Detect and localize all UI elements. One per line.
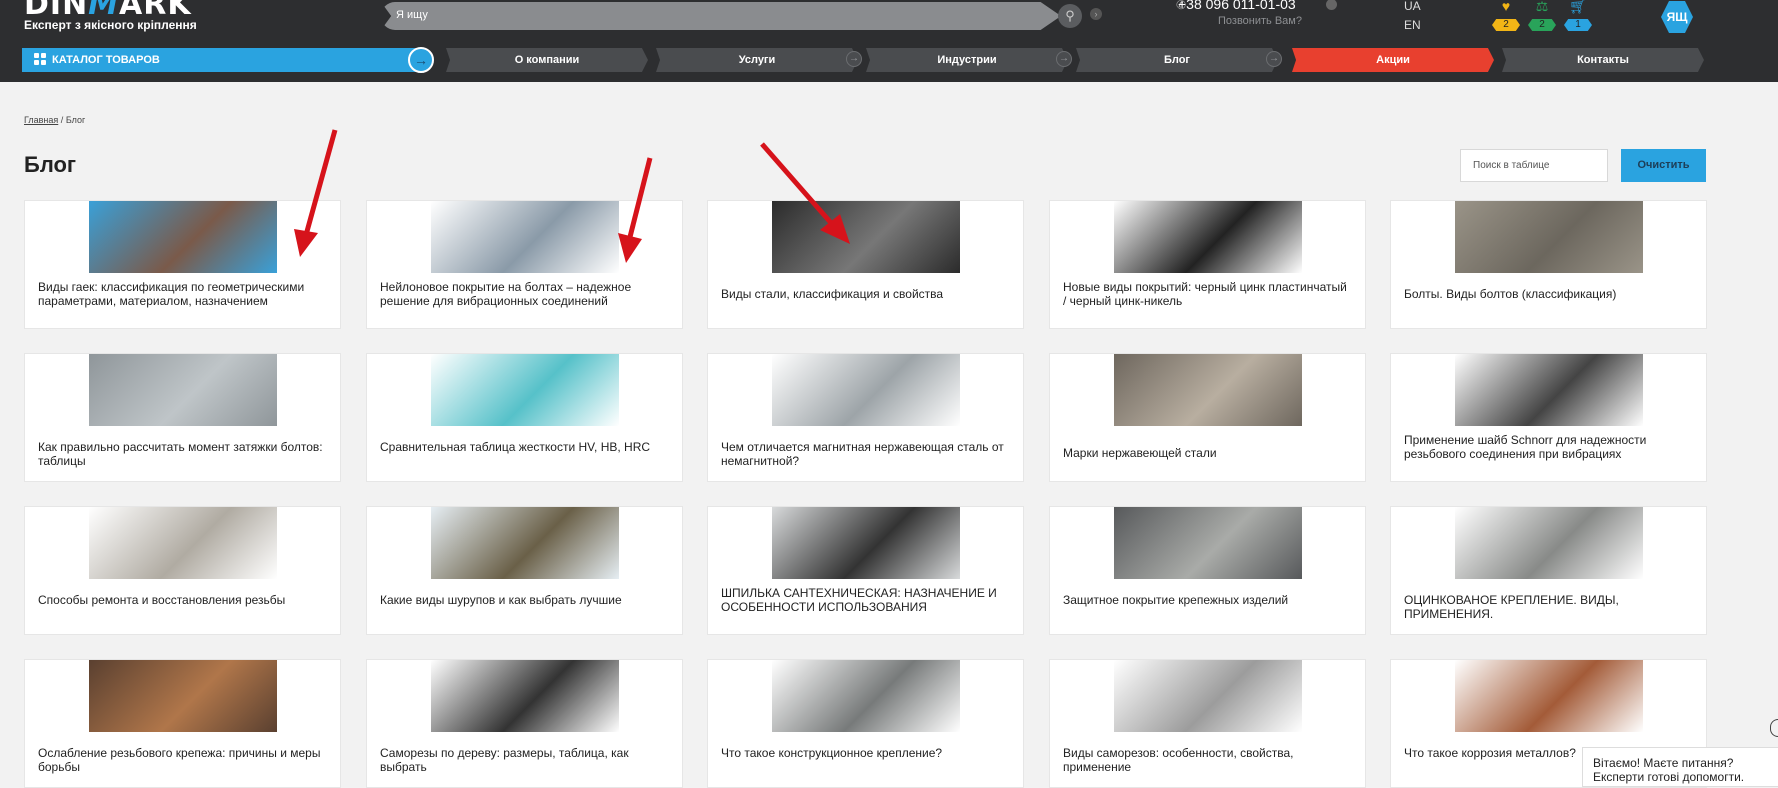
thread-inserts-photo[interactable] xyxy=(89,507,277,579)
logo-tagline: Експерт з якісного кріплення xyxy=(24,18,197,32)
callback-arrow-icon[interactable] xyxy=(1326,0,1337,10)
chat-widget[interactable]: Вітаємо! Маєте питання? Експерти готові … xyxy=(1582,747,1778,787)
compare-icon[interactable]: ⚖ xyxy=(1532,0,1552,15)
search-icon[interactable]: ⚲ xyxy=(1058,4,1082,28)
nav-about[interactable]: О компании xyxy=(446,48,648,72)
blog-card[interactable]: Виды стали, классификация и свойства xyxy=(707,200,1024,329)
annotation-arrow-3 xyxy=(760,142,850,244)
blog-card-title[interactable]: Виды стали, классификация и свойства xyxy=(721,287,1010,301)
search-placeholder: Я ищу xyxy=(396,9,428,21)
blog-card[interactable]: Что такое конструкционное крепление? xyxy=(707,659,1024,788)
schnorr-washers-photo[interactable] xyxy=(1455,354,1643,426)
blog-card[interactable]: Виды саморезов: особенности, свойства, п… xyxy=(1049,659,1366,788)
blog-card-title[interactable]: Какие виды шурупов и как выбрать лучшие xyxy=(380,593,669,607)
blog-card-title[interactable]: ОЦИНКОВАНОЕ КРЕПЛЕНИЕ. ВИДЫ, ПРИМЕНЕНИЯ. xyxy=(1404,593,1693,621)
blog-card[interactable]: Ослабление резьбового крепежа: причины и… xyxy=(24,659,341,788)
nav-industries[interactable]: Индустрии xyxy=(866,48,1068,72)
site-logo[interactable]: DINMARK xyxy=(24,0,192,20)
blog-card[interactable]: Способы ремонта и восстановления резьбы xyxy=(24,506,341,635)
favorites-count-badge: 2 xyxy=(1492,19,1520,31)
copper-nuts-photo[interactable] xyxy=(89,201,277,273)
blog-card[interactable]: ОЦИНКОВАНОЕ КРЕПЛЕНИЕ. ВИДЫ, ПРИМЕНЕНИЯ. xyxy=(1390,506,1707,635)
blog-card-title[interactable]: Ослабление резьбового крепежа: причины и… xyxy=(38,746,327,774)
blog-card-title[interactable]: Нейлоновое покрытие на болтах – надежное… xyxy=(380,280,669,308)
site-header: DINMARK Експерт з якісного кріплення Я и… xyxy=(0,0,1778,82)
blog-card-title[interactable]: Что такое конструкционное крепление? xyxy=(721,746,1010,760)
blog-card[interactable]: Болты. Виды болтов (классификация) xyxy=(1390,200,1707,329)
breadcrumb-separator: / xyxy=(60,115,64,125)
blog-card[interactable]: Применение шайб Schnorr для надежности р… xyxy=(1390,353,1707,482)
stainless-bolts-photo[interactable] xyxy=(772,354,960,426)
blog-card-title[interactable]: ШПИЛЬКА САНТЕХНИЧЕСКАЯ: НАЗНАЧЕНИЕ И ОСО… xyxy=(721,586,1010,614)
self-tapping-screws-photo[interactable] xyxy=(1114,660,1302,732)
blog-card[interactable]: Защитное покрытие крепежных изделий xyxy=(1049,506,1366,635)
blog-card[interactable]: Марки нержавеющей стали xyxy=(1049,353,1366,482)
nylon-coated-bolts-photo[interactable] xyxy=(431,201,619,273)
phone-number[interactable]: +38 096 011-01-03 xyxy=(1178,0,1296,12)
blog-card-title[interactable]: Способы ремонта и восстановления резьбы xyxy=(38,593,327,607)
blog-card[interactable]: Саморезы по дереву: размеры, таблица, ка… xyxy=(366,659,683,788)
coated-bolts-photo[interactable] xyxy=(1114,507,1302,579)
blog-card[interactable]: Новые виды покрытий: черный цинк пластин… xyxy=(1049,200,1366,329)
nav-industries-arrow-icon[interactable]: → xyxy=(1056,51,1072,67)
catalog-arrow-icon[interactable]: → xyxy=(408,47,434,73)
annotation-arrow-2 xyxy=(618,157,653,263)
annotation-arrow-1 xyxy=(294,129,338,257)
structural-bolt-photo[interactable] xyxy=(772,660,960,732)
stainless-hex-bolts-photo[interactable] xyxy=(1114,354,1302,426)
galvanized-bolts-photo[interactable] xyxy=(1455,507,1643,579)
favorites-heart-icon[interactable]: ♥ xyxy=(1496,0,1516,14)
site-search-input[interactable] xyxy=(381,2,1061,30)
nav-services-arrow-icon[interactable]: → xyxy=(846,51,862,67)
catalog-grid-icon xyxy=(34,53,46,65)
clear-button[interactable]: Очистить xyxy=(1621,149,1706,182)
blog-card-title[interactable]: Чем отличается магнитная нержавеющая ста… xyxy=(721,440,1010,468)
breadcrumb-home[interactable]: Главная xyxy=(24,115,58,125)
nav-blog[interactable]: Блог xyxy=(1076,48,1278,72)
blog-card-title[interactable]: Применение шайб Schnorr для надежности р… xyxy=(1404,433,1693,461)
blog-card-title[interactable]: Защитное покрытие крепежных изделий xyxy=(1063,593,1352,607)
blog-card-title[interactable]: Как правильно рассчитать момент затяжки … xyxy=(38,440,327,468)
blog-card[interactable]: Сравнительная таблица жесткости HV, HB, … xyxy=(366,353,683,482)
blog-card[interactable]: ШПИЛЬКА САНТЕХНИЧЕСКАЯ: НАЗНАЧЕНИЕ И ОСО… xyxy=(707,506,1024,635)
blog-card-title[interactable]: Саморезы по дереву: размеры, таблица, ка… xyxy=(380,746,669,774)
compare-count-badge: 2 xyxy=(1528,19,1556,31)
breadcrumb: Главная / Блог xyxy=(24,115,85,125)
black-screws-photo[interactable] xyxy=(431,660,619,732)
table-search-input[interactable]: Поиск в таблице xyxy=(1460,149,1608,182)
lang-en[interactable]: EN xyxy=(1404,18,1421,32)
blog-card-title[interactable]: Марки нержавеющей стали xyxy=(1063,446,1352,460)
callback-link[interactable]: Позвонить Вам? xyxy=(1218,15,1302,27)
nav-catalog[interactable]: КАТАЛОГ ТОВАРОВ xyxy=(22,48,434,72)
black-washers-photo[interactable] xyxy=(1114,201,1302,273)
blog-card-title[interactable]: Виды саморезов: особенности, свойства, п… xyxy=(1063,746,1352,774)
workshop-photo[interactable] xyxy=(89,660,277,732)
bolts-pile-photo[interactable] xyxy=(1455,201,1643,273)
rusty-bolt-photo[interactable] xyxy=(1455,660,1643,732)
chat-toggle[interactable] xyxy=(1770,719,1778,737)
user-avatar[interactable]: ЯЩ xyxy=(1661,1,1693,33)
blog-card-title[interactable]: Новые виды покрытий: черный цинк пластин… xyxy=(1063,280,1352,308)
nav-contacts[interactable]: Контакты xyxy=(1502,48,1704,72)
blog-card-title[interactable]: Болты. Виды болтов (классификация) xyxy=(1404,287,1693,301)
cart-icon[interactable]: 🛒︎ xyxy=(1568,0,1588,15)
blog-card[interactable]: Как правильно рассчитать момент затяжки … xyxy=(24,353,341,482)
nav-sale[interactable]: Акции xyxy=(1292,48,1494,72)
blog-card[interactable]: Чем отличается магнитная нержавеющая ста… xyxy=(707,353,1024,482)
nav-services[interactable]: Услуги xyxy=(656,48,858,72)
wood-screws-photo[interactable] xyxy=(431,507,619,579)
page-title: Блог xyxy=(24,152,77,177)
bolt-thread-closeup-photo[interactable] xyxy=(89,354,277,426)
lang-ua[interactable]: UA xyxy=(1404,0,1421,13)
blog-card[interactable]: Какие виды шурупов и как выбрать лучшие xyxy=(366,506,683,635)
blog-card-title[interactable]: Виды гаек: классификация по геометрическ… xyxy=(38,280,327,308)
cart-count-badge: 1 xyxy=(1564,19,1592,31)
nav-blog-arrow-icon[interactable]: → xyxy=(1266,51,1282,67)
search-go-icon[interactable]: › xyxy=(1090,8,1102,20)
breadcrumb-current: Блог xyxy=(65,115,86,125)
hardness-diagram[interactable] xyxy=(431,354,619,426)
plumbing-studs-photo[interactable] xyxy=(772,507,960,579)
blog-card-title[interactable]: Сравнительная таблица жесткости HV, HB, … xyxy=(380,440,669,454)
